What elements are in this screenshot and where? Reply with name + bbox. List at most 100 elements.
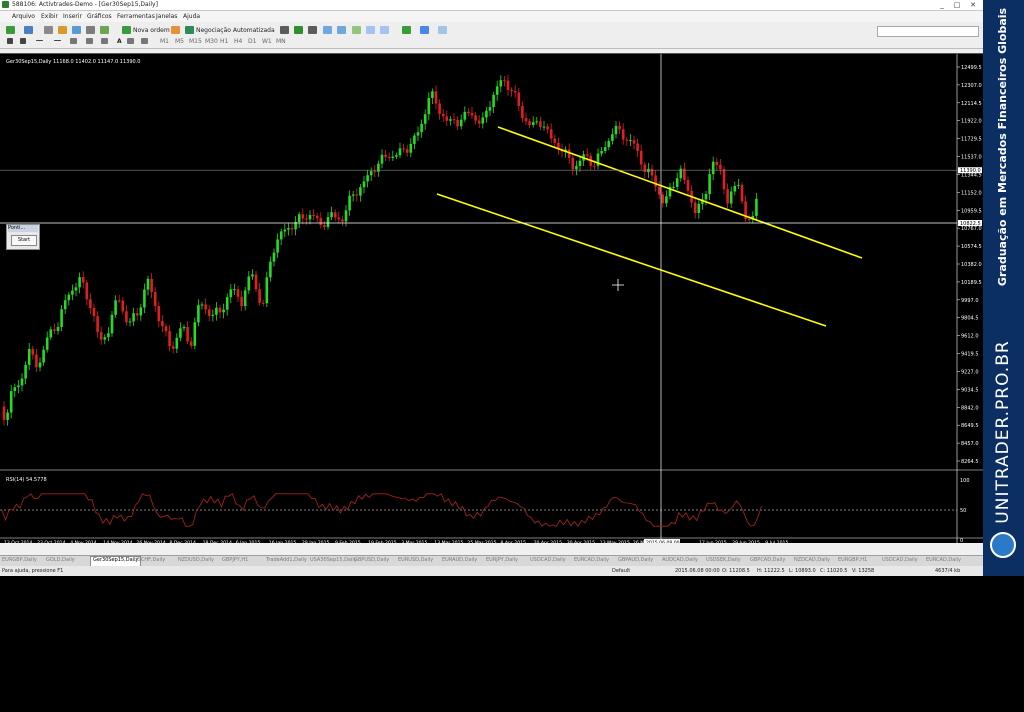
market-watch-icon[interactable] <box>44 26 53 34</box>
timeframe-mn[interactable]: MN <box>276 38 286 45</box>
text-label-icon[interactable] <box>127 38 134 44</box>
tab-eurcad-daily[interactable]: EURCAD,Daily <box>926 557 961 565</box>
tab-usdcad-daily[interactable]: USDCAD,Daily <box>882 557 918 565</box>
candle <box>240 290 243 311</box>
timeframe-h1[interactable]: H1 <box>220 38 228 45</box>
tab-eurgbp-daily[interactable]: EURGBP,Daily <box>2 557 37 565</box>
data-window-icon[interactable] <box>58 26 67 34</box>
minimize-button[interactable]: _ <box>935 0 949 10</box>
profiles-icon[interactable] <box>24 26 33 34</box>
new-order-button[interactable]: Nova ordem <box>133 27 170 34</box>
line-chart-icon[interactable] <box>308 26 317 34</box>
cursor-icon[interactable] <box>7 38 13 44</box>
menu-inserir[interactable]: Inserir <box>63 13 82 20</box>
auto-trading-icon[interactable] <box>185 26 194 34</box>
price-label: 10959.5 <box>961 208 982 214</box>
price-label: 11729.5 <box>961 137 982 143</box>
date-label: 13 Oct 2014 <box>4 540 32 543</box>
tab-usa30sep15-daily[interactable]: USA30Sep15,Daily <box>310 557 357 565</box>
tab-uschf-daily[interactable]: USCHF,Daily <box>134 557 165 565</box>
search-input[interactable] <box>877 26 979 37</box>
candle <box>488 101 492 117</box>
timeframe-m30[interactable]: M30 <box>205 38 218 45</box>
tab-gbpusd-daily[interactable]: GBPUSD,Daily <box>354 557 389 565</box>
timeframe-h4[interactable]: H4 <box>234 38 242 45</box>
bar-chart-icon[interactable] <box>280 26 289 34</box>
navigator-icon[interactable] <box>72 26 81 34</box>
timeframe-w1[interactable]: W1 <box>262 38 272 45</box>
candle <box>189 336 193 349</box>
zoom-in-icon[interactable] <box>323 26 332 34</box>
channel-upper-line[interactable] <box>497 126 863 259</box>
chart-shift-icon[interactable] <box>380 26 389 34</box>
chart-window[interactable]: 12499.5 12307.0 12114.5 11922.0 11729.5 11537… <box>0 53 983 543</box>
templates-icon[interactable] <box>438 26 447 34</box>
current-price-tag: 11390.0 <box>960 168 981 174</box>
indicators-icon[interactable] <box>402 26 411 34</box>
zoom-out-icon[interactable] <box>337 26 346 34</box>
candle <box>362 175 366 194</box>
tile-windows-icon[interactable] <box>352 26 361 34</box>
tab-eurjpy-daily[interactable]: EURJPY,Daily <box>486 557 518 565</box>
tab-eurgbp-h1[interactable]: EURGBP,H1 <box>838 557 867 565</box>
tab-nzdusd-daily[interactable]: NZDUSD,Daily <box>178 557 214 565</box>
candle <box>474 112 477 125</box>
menu-exibir[interactable]: Exibir <box>41 13 58 20</box>
menu-graficos[interactable]: Gráficos <box>87 13 112 20</box>
menu-janelas[interactable]: Janelas <box>156 13 177 20</box>
tab-gbpjpy-h1[interactable]: GBPJPY,H1 <box>222 557 248 565</box>
tab-eurcad-daily[interactable]: EURCAD,Daily <box>574 557 609 565</box>
fibonacci-icon[interactable] <box>101 38 108 44</box>
candle <box>96 311 99 338</box>
menu-arquivo[interactable]: Arquivo <box>12 13 35 20</box>
auto-trading-button[interactable]: Negociação Automatizada <box>196 27 275 34</box>
tab-nzdcad-daily[interactable]: NZDCAD,Daily <box>794 557 830 565</box>
price-chart[interactable]: 12499.5 12307.0 12114.5 11922.0 11729.5 11537… <box>0 54 983 543</box>
tab-gold-daily[interactable]: GOLD,Daily <box>46 557 75 565</box>
channel-icon[interactable] <box>86 38 93 44</box>
arrows-icon[interactable] <box>141 38 148 44</box>
channel-lower-line[interactable] <box>436 193 827 327</box>
trendline-icon[interactable] <box>70 38 77 44</box>
timeframe-d1[interactable]: D1 <box>248 38 256 45</box>
tab-audcad-daily[interactable]: AUDCAD,Daily <box>662 557 698 565</box>
candle <box>171 341 175 354</box>
tab-eurusd-daily[interactable]: EURUSD,Daily <box>398 557 433 565</box>
text-tool-icon[interactable]: A <box>117 38 122 45</box>
crosshair-icon[interactable] <box>20 38 26 44</box>
status-high: H: 11222.5 <box>757 568 785 574</box>
tab-tradeadd1-daily[interactable]: TradeAdd1,Daily <box>266 557 307 565</box>
price-label: 8264.5 <box>961 459 979 465</box>
tab-usdsek-daily[interactable]: USDSEK,Daily <box>706 557 741 565</box>
horizontal-line-icon[interactable] <box>54 40 61 41</box>
maximize-button[interactable]: □ <box>950 0 964 10</box>
candle <box>168 325 171 352</box>
candlestick-icon[interactable] <box>294 26 303 34</box>
profile-name[interactable]: Default <box>612 568 630 574</box>
tab-gbpcad-daily[interactable]: GBPCAD,Daily <box>750 557 785 565</box>
new-order-icon[interactable] <box>122 26 131 34</box>
timeframe-m15[interactable]: M15 <box>189 38 202 45</box>
menu-ferramentas[interactable]: Ferramentas <box>117 13 155 20</box>
terminal-icon[interactable] <box>86 26 95 34</box>
timeframe-m5[interactable]: M5 <box>175 38 184 45</box>
candle <box>121 297 125 315</box>
periods-icon[interactable] <box>420 26 429 34</box>
metaeditor-icon[interactable] <box>171 26 180 34</box>
vertical-line-icon[interactable] <box>36 40 43 41</box>
candle <box>481 112 485 129</box>
tab-euraud-daily[interactable]: EURAUD,Daily <box>442 557 477 565</box>
menu-ajuda[interactable]: Ajuda <box>183 13 200 20</box>
close-button[interactable]: ✕ <box>966 0 980 10</box>
tab-usdcad-daily[interactable]: USDCAD,Daily <box>530 557 566 565</box>
start-button[interactable]: Start <box>11 235 37 246</box>
candle <box>557 137 560 155</box>
start-mini-window[interactable]: Ponti... Start <box>6 224 40 250</box>
tab-gbpaud-daily[interactable]: GBPAUD,Daily <box>618 557 653 565</box>
strategy-tester-icon[interactable] <box>100 26 109 34</box>
auto-scroll-icon[interactable] <box>366 26 375 34</box>
timeframe-m1[interactable]: M1 <box>160 38 169 45</box>
new-chart-icon[interactable] <box>6 26 15 34</box>
candle <box>614 121 618 139</box>
price-label: 9034.5 <box>961 387 979 393</box>
